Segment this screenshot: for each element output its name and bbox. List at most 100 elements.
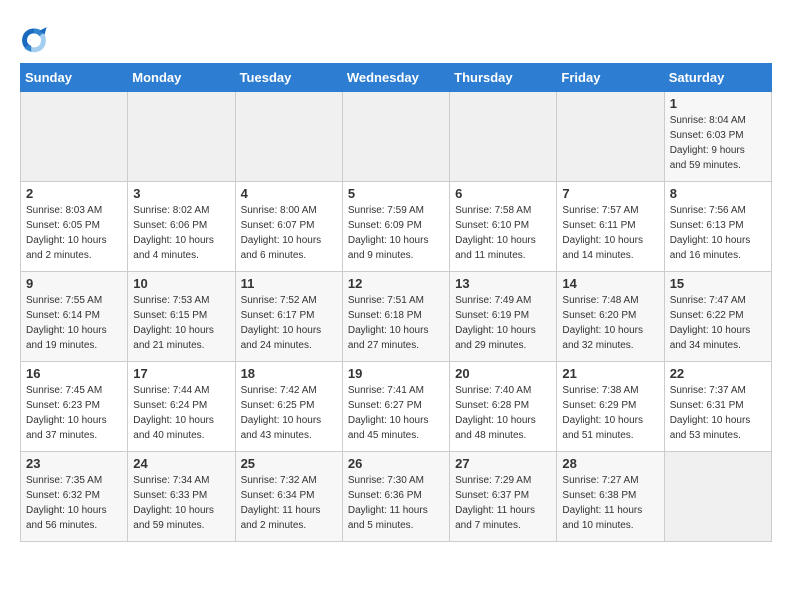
calendar-cell [128, 92, 235, 182]
weekday-header-thursday: Thursday [450, 64, 557, 92]
calendar-cell: 26 Sunrise: 7:30 AM Sunset: 6:36 PM Dayli… [342, 452, 449, 542]
calendar-cell: 15 Sunrise: 7:47 AM Sunset: 6:22 PM Dayli… [664, 272, 771, 362]
day-info: Sunrise: 7:27 AM Sunset: 6:38 PM Dayligh… [562, 473, 658, 533]
day-number: 14 [562, 276, 658, 291]
day-number: 12 [348, 276, 444, 291]
day-number: 13 [455, 276, 551, 291]
day-info: Sunrise: 7:58 AM Sunset: 6:10 PM Dayligh… [455, 203, 551, 263]
day-number: 15 [670, 276, 766, 291]
day-number: 22 [670, 366, 766, 381]
day-number: 19 [348, 366, 444, 381]
calendar-cell: 22 Sunrise: 7:37 AM Sunset: 6:31 PM Dayli… [664, 362, 771, 452]
calendar-cell: 18 Sunrise: 7:42 AM Sunset: 6:25 PM Dayli… [235, 362, 342, 452]
calendar-cell: 28 Sunrise: 7:27 AM Sunset: 6:38 PM Dayli… [557, 452, 664, 542]
calendar-cell [342, 92, 449, 182]
day-number: 21 [562, 366, 658, 381]
calendar-cell: 14 Sunrise: 7:48 AM Sunset: 6:20 PM Dayli… [557, 272, 664, 362]
weekday-header-saturday: Saturday [664, 64, 771, 92]
calendar-cell: 11 Sunrise: 7:52 AM Sunset: 6:17 PM Dayli… [235, 272, 342, 362]
day-info: Sunrise: 7:48 AM Sunset: 6:20 PM Dayligh… [562, 293, 658, 353]
day-info: Sunrise: 7:37 AM Sunset: 6:31 PM Dayligh… [670, 383, 766, 443]
day-info: Sunrise: 7:47 AM Sunset: 6:22 PM Dayligh… [670, 293, 766, 353]
day-info: Sunrise: 7:51 AM Sunset: 6:18 PM Dayligh… [348, 293, 444, 353]
calendar-cell: 23Sunrise: 7:35 AM Sunset: 6:32 PM Dayli… [21, 452, 128, 542]
calendar-cell: 8 Sunrise: 7:56 AM Sunset: 6:13 PM Daylig… [664, 182, 771, 272]
day-number: 16 [26, 366, 122, 381]
logo [20, 25, 50, 53]
calendar-cell [21, 92, 128, 182]
day-number: 1 [670, 96, 766, 111]
day-info: Sunrise: 7:44 AM Sunset: 6:24 PM Dayligh… [133, 383, 229, 443]
calendar-cell [664, 452, 771, 542]
calendar-cell: 7Sunrise: 7:57 AM Sunset: 6:11 PM Daylig… [557, 182, 664, 272]
day-number: 6 [455, 186, 551, 201]
day-number: 5 [348, 186, 444, 201]
day-number: 26 [348, 456, 444, 471]
calendar-cell: 9 Sunrise: 7:55 AM Sunset: 6:14 PM Daylig… [21, 272, 128, 362]
calendar-cell [450, 92, 557, 182]
logo-icon [20, 25, 48, 53]
day-info: Sunrise: 7:41 AM Sunset: 6:27 PM Dayligh… [348, 383, 444, 443]
calendar-week-3: 9 Sunrise: 7:55 AM Sunset: 6:14 PM Daylig… [21, 272, 772, 362]
day-info: Sunrise: 8:04 AM Sunset: 6:03 PM Dayligh… [670, 113, 766, 173]
weekday-header-monday: Monday [128, 64, 235, 92]
day-info: Sunrise: 7:34 AM Sunset: 6:33 PM Dayligh… [133, 473, 229, 533]
day-info: Sunrise: 7:40 AM Sunset: 6:28 PM Dayligh… [455, 383, 551, 443]
calendar-cell: 19 Sunrise: 7:41 AM Sunset: 6:27 PM Dayli… [342, 362, 449, 452]
day-info: Sunrise: 7:30 AM Sunset: 6:36 PM Dayligh… [348, 473, 444, 533]
calendar-cell: 5 Sunrise: 7:59 AM Sunset: 6:09 PM Daylig… [342, 182, 449, 272]
calendar-cell: 20 Sunrise: 7:40 AM Sunset: 6:28 PM Dayli… [450, 362, 557, 452]
weekday-header-tuesday: Tuesday [235, 64, 342, 92]
calendar-table: SundayMondayTuesdayWednesdayThursdayFrid… [20, 63, 772, 542]
weekday-header-friday: Friday [557, 64, 664, 92]
calendar-cell: 6 Sunrise: 7:58 AM Sunset: 6:10 PM Daylig… [450, 182, 557, 272]
day-info: Sunrise: 7:52 AM Sunset: 6:17 PM Dayligh… [241, 293, 337, 353]
calendar-week-5: 23Sunrise: 7:35 AM Sunset: 6:32 PM Dayli… [21, 452, 772, 542]
calendar-cell: 1 Sunrise: 8:04 AM Sunset: 6:03 PM Daylig… [664, 92, 771, 182]
calendar-cell [235, 92, 342, 182]
calendar-week-1: 1 Sunrise: 8:04 AM Sunset: 6:03 PM Daylig… [21, 92, 772, 182]
calendar-cell: 13 Sunrise: 7:49 AM Sunset: 6:19 PM Dayli… [450, 272, 557, 362]
calendar-cell: 4 Sunrise: 8:00 AM Sunset: 6:07 PM Daylig… [235, 182, 342, 272]
day-number: 20 [455, 366, 551, 381]
calendar-cell: 17Sunrise: 7:44 AM Sunset: 6:24 PM Dayli… [128, 362, 235, 452]
calendar-cell: 16 Sunrise: 7:45 AM Sunset: 6:23 PM Dayli… [21, 362, 128, 452]
day-number: 4 [241, 186, 337, 201]
day-info: Sunrise: 7:53 AM Sunset: 6:15 PM Dayligh… [133, 293, 229, 353]
calendar-cell: 21 Sunrise: 7:38 AM Sunset: 6:29 PM Dayli… [557, 362, 664, 452]
day-info: Sunrise: 8:03 AM Sunset: 6:05 PM Dayligh… [26, 203, 122, 263]
day-info: Sunrise: 7:49 AM Sunset: 6:19 PM Dayligh… [455, 293, 551, 353]
day-info: Sunrise: 8:02 AM Sunset: 6:06 PM Dayligh… [133, 203, 229, 263]
day-number: 11 [241, 276, 337, 291]
day-number: 2 [26, 186, 122, 201]
day-number: 27 [455, 456, 551, 471]
day-info: Sunrise: 7:35 AM Sunset: 6:32 PM Dayligh… [26, 473, 122, 533]
calendar-cell: 2 Sunrise: 8:03 AM Sunset: 6:05 PM Daylig… [21, 182, 128, 272]
day-number: 24 [133, 456, 229, 471]
day-number: 8 [670, 186, 766, 201]
day-info: Sunrise: 7:56 AM Sunset: 6:13 PM Dayligh… [670, 203, 766, 263]
calendar-cell: 12 Sunrise: 7:51 AM Sunset: 6:18 PM Dayli… [342, 272, 449, 362]
day-info: Sunrise: 7:55 AM Sunset: 6:14 PM Dayligh… [26, 293, 122, 353]
day-number: 18 [241, 366, 337, 381]
calendar-cell: 10Sunrise: 7:53 AM Sunset: 6:15 PM Dayli… [128, 272, 235, 362]
day-info: Sunrise: 7:59 AM Sunset: 6:09 PM Dayligh… [348, 203, 444, 263]
weekday-header-row: SundayMondayTuesdayWednesdayThursdayFrid… [21, 64, 772, 92]
day-info: Sunrise: 7:45 AM Sunset: 6:23 PM Dayligh… [26, 383, 122, 443]
calendar-cell: 3 Sunrise: 8:02 AM Sunset: 6:06 PM Daylig… [128, 182, 235, 272]
day-number: 28 [562, 456, 658, 471]
header [20, 20, 772, 53]
calendar-cell [557, 92, 664, 182]
day-info: Sunrise: 7:42 AM Sunset: 6:25 PM Dayligh… [241, 383, 337, 443]
weekday-header-wednesday: Wednesday [342, 64, 449, 92]
day-number: 9 [26, 276, 122, 291]
day-info: Sunrise: 7:29 AM Sunset: 6:37 PM Dayligh… [455, 473, 551, 533]
calendar-cell: 27 Sunrise: 7:29 AM Sunset: 6:37 PM Dayli… [450, 452, 557, 542]
calendar-week-4: 16 Sunrise: 7:45 AM Sunset: 6:23 PM Dayli… [21, 362, 772, 452]
day-number: 25 [241, 456, 337, 471]
day-info: Sunrise: 7:38 AM Sunset: 6:29 PM Dayligh… [562, 383, 658, 443]
day-number: 7 [562, 186, 658, 201]
day-info: Sunrise: 8:00 AM Sunset: 6:07 PM Dayligh… [241, 203, 337, 263]
day-number: 3 [133, 186, 229, 201]
calendar-week-2: 2 Sunrise: 8:03 AM Sunset: 6:05 PM Daylig… [21, 182, 772, 272]
